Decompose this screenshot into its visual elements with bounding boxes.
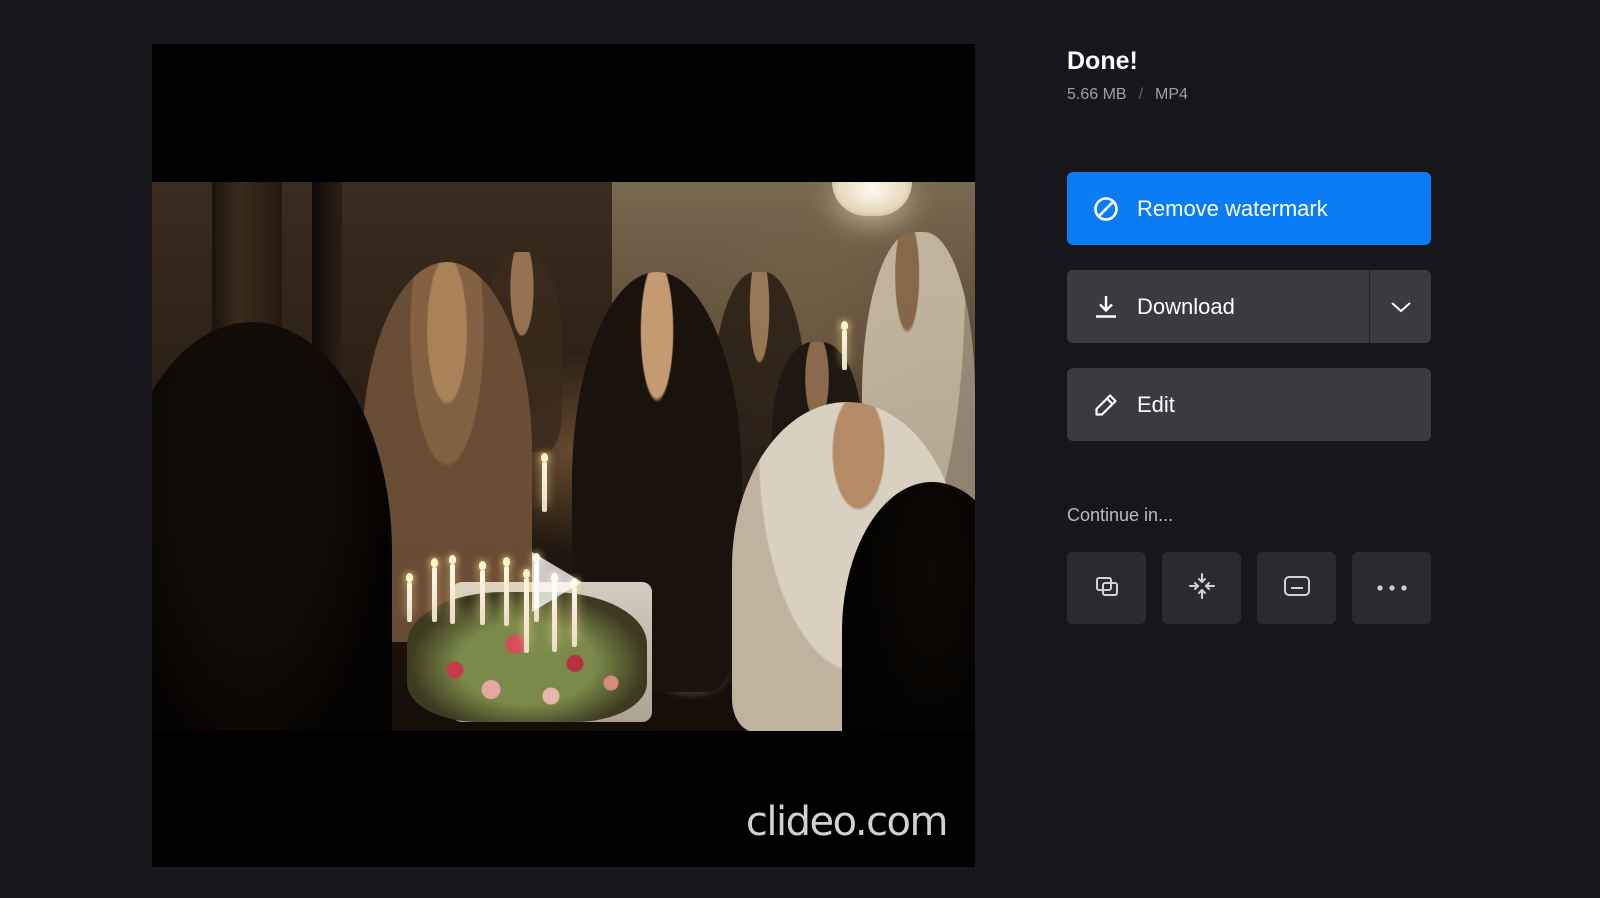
remove-watermark-label: Remove watermark	[1137, 195, 1328, 221]
candle	[503, 557, 510, 626]
file-meta: 5.66 MB / MP4	[1067, 86, 1431, 104]
edit-button[interactable]: Edit	[1067, 368, 1431, 441]
watermark-text: clideo.com	[745, 799, 949, 845]
file-size: 5.66 MB	[1067, 86, 1127, 103]
layers-icon	[1094, 573, 1120, 604]
file-format: MP4	[1155, 86, 1188, 103]
merge-tool-button[interactable]	[1067, 552, 1146, 624]
video-preview[interactable]: clideo.com	[152, 44, 975, 867]
play-icon[interactable]	[532, 552, 582, 612]
candle	[841, 321, 848, 370]
video-frame	[152, 182, 975, 731]
meta-separator: /	[1138, 86, 1144, 103]
foreground-silhouette	[152, 322, 392, 731]
candle	[479, 561, 486, 625]
pencil-icon	[1093, 392, 1119, 418]
download-icon	[1093, 294, 1119, 320]
page-title: Done!	[1067, 47, 1138, 75]
candle	[541, 453, 548, 512]
candle	[406, 573, 413, 622]
continue-tools	[1067, 552, 1431, 624]
download-split-button: Download	[1067, 270, 1431, 343]
more-tools-button[interactable]	[1352, 552, 1431, 624]
candle	[431, 558, 438, 622]
compress-icon	[1188, 572, 1216, 605]
download-button[interactable]: Download	[1067, 270, 1369, 343]
edit-label: Edit	[1137, 391, 1175, 417]
more-icon	[1376, 579, 1408, 597]
candle	[449, 555, 456, 624]
page: clideo.com Done! 5.66 MB / MP4 Remove wa…	[0, 0, 1600, 898]
compress-tool-button[interactable]	[1162, 552, 1241, 624]
subtitles-tool-button[interactable]	[1257, 552, 1336, 624]
continue-label: Continue in...	[1067, 505, 1174, 525]
download-label: Download	[1137, 293, 1235, 319]
chevron-down-icon	[1390, 294, 1412, 320]
subtitles-icon	[1283, 574, 1311, 603]
prohibited-icon	[1093, 196, 1119, 222]
download-options-button[interactable]	[1370, 270, 1431, 343]
candle	[523, 569, 530, 653]
result-panel: Done! 5.66 MB / MP4 Remove watermark Dow…	[1067, 44, 1431, 624]
remove-watermark-button[interactable]: Remove watermark	[1067, 172, 1431, 245]
